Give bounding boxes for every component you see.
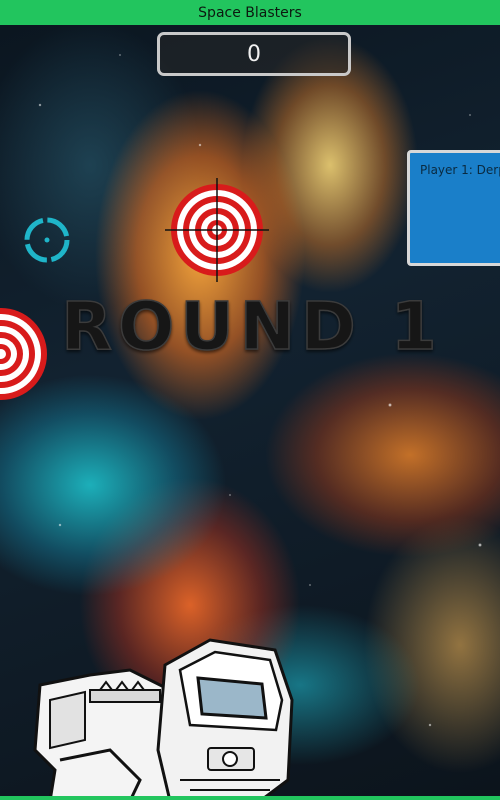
game-area[interactable]: 0 Player 1: Derp ROUND 1 bbox=[0, 25, 500, 796]
target-bullseye[interactable] bbox=[165, 178, 269, 282]
score-value: 0 bbox=[247, 41, 261, 67]
game-window: Space Blasters 0 Player 1: Derp ROUND 1 bbox=[0, 0, 500, 800]
round-banner: ROUND 1 bbox=[61, 293, 442, 363]
player-label: Player 1: Derp bbox=[420, 163, 500, 177]
bottom-bar bbox=[0, 796, 500, 800]
score-display: 0 bbox=[157, 32, 351, 76]
rifle-with-holographic-sight bbox=[33, 638, 294, 796]
circular-reticle-icon bbox=[24, 217, 70, 263]
title-bar: Space Blasters bbox=[0, 0, 500, 25]
bullseye-target-icon bbox=[165, 178, 269, 282]
window-title: Space Blasters bbox=[198, 4, 302, 21]
round-label: ROUND 1 bbox=[61, 293, 442, 363]
player-panel: Player 1: Derp bbox=[407, 150, 500, 266]
